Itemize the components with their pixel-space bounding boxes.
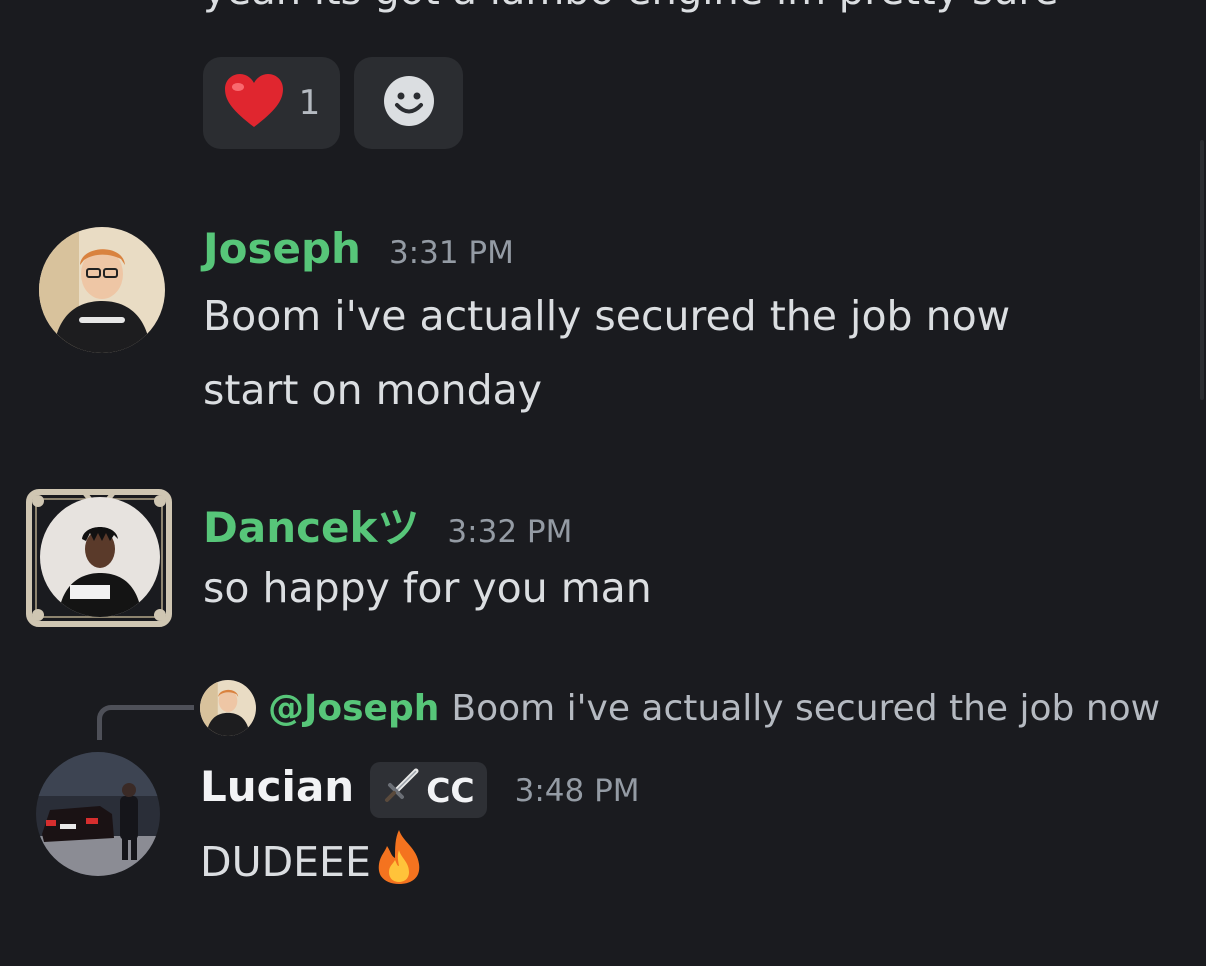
username-lucian[interactable]: Lucian xyxy=(200,762,354,811)
avatar-dancek[interactable] xyxy=(40,497,160,617)
reply-mention[interactable]: @Joseph xyxy=(268,688,439,729)
add-reaction-button[interactable] xyxy=(354,57,463,149)
message-header-dancek: Dancekツ 3:32 PM xyxy=(203,494,572,555)
username-dancek[interactable]: Dancekツ xyxy=(203,494,419,555)
message-text: DUDEEE xyxy=(200,838,371,886)
reply-preview[interactable]: @Joseph Boom i've actually secured the j… xyxy=(200,680,1160,736)
reply-excerpt: Boom i've actually secured the job now xyxy=(451,687,1161,729)
server-tag-label: CC xyxy=(426,770,475,810)
reaction-count: 1 xyxy=(298,83,321,123)
reaction-bar: 1 xyxy=(203,57,463,149)
heart-reaction[interactable]: 1 xyxy=(203,57,340,149)
timestamp: 3:32 PM xyxy=(447,514,573,550)
fire-icon xyxy=(373,828,425,896)
previous-message-text: yeah its got a lambo engine im pretty su… xyxy=(203,0,1059,14)
username-joseph[interactable]: Joseph xyxy=(203,224,361,273)
message-header-joseph: Joseph 3:31 PM xyxy=(203,224,514,273)
avatar-lucian[interactable] xyxy=(36,752,160,876)
avatar-joseph[interactable] xyxy=(39,227,165,353)
message-line: Boom i've actually secured the job now xyxy=(203,292,1011,340)
reply-connector xyxy=(97,705,194,740)
message-line: so happy for you man xyxy=(203,564,652,612)
timestamp: 3:48 PM xyxy=(514,773,640,809)
heart-icon xyxy=(223,73,285,133)
chat-messages-pane: yeah its got a lambo engine im pretty su… xyxy=(0,0,1206,966)
message-line: start on monday xyxy=(203,366,543,414)
scrollbar[interactable] xyxy=(1200,140,1204,400)
reply-avatar-joseph xyxy=(200,680,256,736)
add-reaction-icon xyxy=(382,74,436,132)
sword-icon xyxy=(382,767,420,813)
timestamp: 3:31 PM xyxy=(388,235,514,271)
server-tag[interactable]: CC xyxy=(370,762,487,818)
message-line: DUDEEE xyxy=(200,828,425,896)
message-header-lucian: Lucian CC 3:48 PM xyxy=(200,758,640,818)
